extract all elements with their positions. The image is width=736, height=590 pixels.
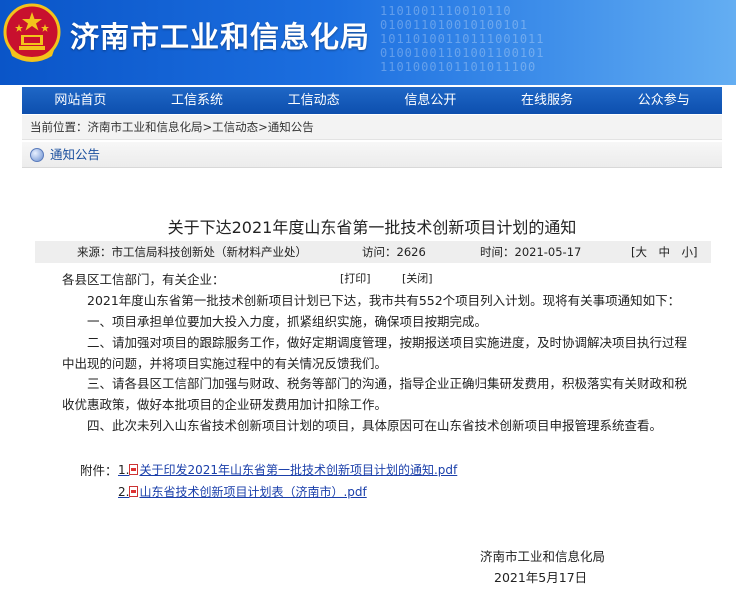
attachment-link-2[interactable]: 2. 山东省技术创新项目计划表（济南市）.pdf [118, 483, 367, 500]
paragraph: 二、请加强对项目的跟踪服务工作，做好定期调度管理，按期报送项目实施进度，及时协调… [62, 335, 688, 371]
attachments-label: 附件： [80, 463, 118, 478]
section-header: 通知公告 [22, 142, 722, 168]
article-meta: 来源：市工信局科技创新处（新材料产业处） 访问：2626 时间：2021-05-… [35, 241, 711, 263]
section-label[interactable]: 通知公告 [50, 142, 100, 168]
main-nav: 网站首页 工信系统 工信动态 信息公开 在线服务 公众参与 [22, 87, 722, 114]
paragraph: 2021年度山东省第一批技术创新项目计划已下达，我市共有552个项目列入计划。现… [62, 293, 681, 308]
nav-item-online-service[interactable]: 在线服务 [489, 87, 606, 114]
binary-decoration: 1101001110010110 010011010010100101 1011… [380, 4, 545, 74]
paragraph: 三、请各县区工信部门加强与财政、税务等部门的沟通，指导企业正确归集研发费用，积极… [62, 376, 688, 412]
signature-org: 济南市工业和信息化局 [480, 549, 606, 564]
nav-item-news[interactable]: 工信动态 [255, 87, 372, 114]
breadcrumb-prefix: 当前位置： [30, 120, 88, 134]
breadcrumb: 当前位置：济南市工业和信息化局>工信动态>通知公告 [22, 115, 722, 140]
article-content: 关于下达2021年度山东省第一批技术创新项目计划的通知 来源：市工信局科技创新处… [22, 168, 722, 590]
attachment-number: 1. [118, 463, 130, 477]
paragraph: 一、项目承担单位要加大投入力度，抓紧组织实施，确保项目按期完成。 [62, 314, 488, 329]
article-date: 时间：2021-05-17 [480, 245, 582, 259]
nav-item-public-participation[interactable]: 公众参与 [605, 87, 722, 114]
national-emblem-icon [3, 3, 61, 62]
nav-item-system[interactable]: 工信系统 [139, 87, 256, 114]
salutation: 各县区工信部门，有关企业： [62, 272, 225, 287]
article-source: 来源：市工信局科技创新处（新材料产业处） [77, 245, 307, 259]
signature-date: 2021年5月17日 [494, 570, 588, 585]
bullet-icon [30, 148, 44, 162]
nav-item-home[interactable]: 网站首页 [22, 87, 139, 114]
pdf-icon [129, 464, 139, 475]
article-title: 关于下达2021年度山东省第一批技术创新项目计划的通知 [167, 218, 577, 237]
attachment-name[interactable]: 山东省技术创新项目计划表（济南市）.pdf [139, 485, 366, 499]
attachment-number: 2. [118, 485, 130, 499]
attachment-link-1[interactable]: 1. 关于印发2021年山东省第一批技术创新项目计划的通知.pdf [118, 461, 457, 478]
header-banner: 1101001110010110 010011010010100101 1011… [0, 0, 736, 85]
site-title[interactable]: 济南市工业和信息化局 [70, 14, 370, 56]
article-visits: 访问：2626 [362, 245, 426, 259]
font-size-switcher[interactable]: [大 中 小] [631, 241, 697, 263]
breadcrumb-path[interactable]: 济南市工业和信息化局>工信动态>通知公告 [88, 120, 314, 134]
pdf-icon [129, 486, 139, 497]
paragraph: 四、此次未列入山东省技术创新项目计划的项目，具体原因可在山东省技术创新项目申报管… [62, 418, 663, 433]
nav-item-disclosure[interactable]: 信息公开 [372, 87, 489, 114]
attachment-name[interactable]: 关于印发2021年山东省第一批技术创新项目计划的通知.pdf [139, 463, 457, 477]
